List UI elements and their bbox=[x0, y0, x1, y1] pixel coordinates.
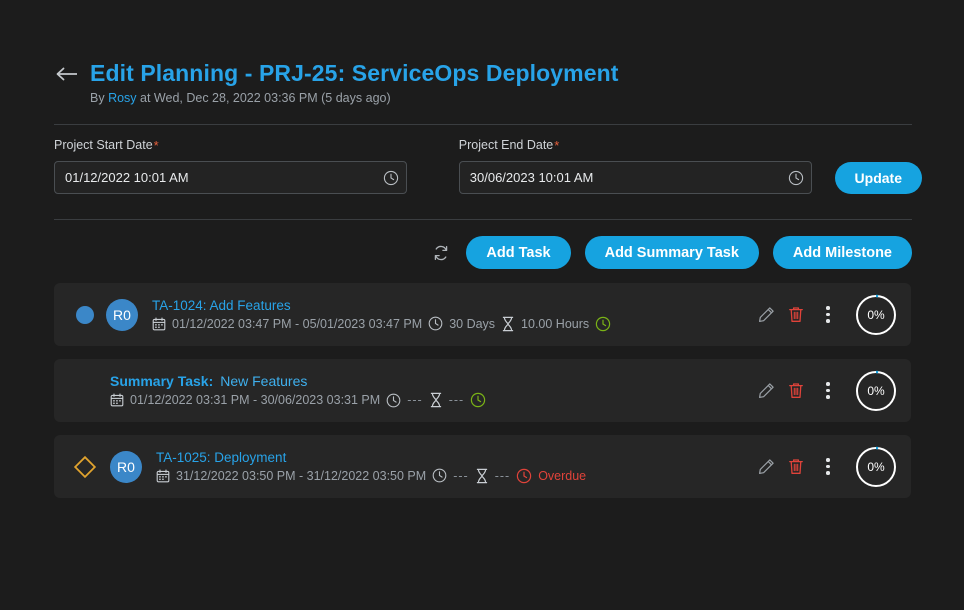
add-task-button[interactable]: Add Task bbox=[466, 236, 571, 269]
avatar: R0 bbox=[110, 450, 142, 483]
row-lead: R0 bbox=[72, 450, 142, 483]
clock-red-icon bbox=[516, 468, 532, 484]
start-date-input-wrap bbox=[54, 161, 407, 194]
task-meta: 31/12/2022 03:50 PM - 31/12/2022 03:50 P… bbox=[156, 468, 751, 484]
hourglass-icon bbox=[429, 392, 443, 408]
calendar-icon bbox=[152, 316, 166, 331]
task-date-range: 01/12/2022 03:47 PM - 05/01/2023 03:47 P… bbox=[172, 316, 423, 331]
task-effort: 10.00 Hours bbox=[521, 316, 590, 331]
planning-page: Edit Planning - PRJ-25: ServiceOps Deplo… bbox=[0, 0, 964, 610]
end-date-input[interactable] bbox=[458, 161, 812, 194]
progress-ring[interactable]: 0% bbox=[855, 370, 897, 412]
task-duration: --- bbox=[453, 468, 469, 483]
task-date-range: 31/12/2022 03:50 PM - 31/12/2022 03:50 P… bbox=[176, 468, 427, 483]
page-title: Edit Planning - PRJ-25: ServiceOps Deplo… bbox=[90, 60, 619, 86]
kebab-menu-icon[interactable] bbox=[811, 452, 845, 482]
milestone-diamond-icon bbox=[72, 454, 98, 480]
progress-value: 0% bbox=[867, 459, 885, 474]
update-button[interactable]: Update bbox=[834, 162, 922, 194]
task-row[interactable]: R0 TA-1025: Deployment 31/12/2022 03:50 … bbox=[54, 435, 911, 498]
end-date-label: Project End Date* bbox=[459, 138, 812, 153]
kebab-menu-icon[interactable] bbox=[811, 300, 845, 330]
clock-icon bbox=[432, 468, 447, 483]
row-body: TA-1025: Deployment 31/12/2022 03:50 PM … bbox=[156, 450, 751, 484]
end-date-input-wrap bbox=[458, 161, 812, 194]
task-title-link[interactable]: TA-1024: Add Features bbox=[152, 298, 751, 313]
add-summary-task-button[interactable]: Add Summary Task bbox=[584, 236, 759, 269]
pencil-icon[interactable] bbox=[751, 300, 781, 330]
row-body: Summary Task: New Features 01/12/2022 03… bbox=[110, 373, 751, 408]
refresh-icon[interactable] bbox=[430, 242, 452, 264]
start-date-label-text: Project Start Date bbox=[54, 138, 153, 152]
clock-green-icon bbox=[470, 392, 486, 408]
clock-icon bbox=[386, 393, 401, 408]
task-date-range: 01/12/2022 03:31 PM - 30/06/2023 03:31 P… bbox=[130, 393, 381, 407]
row-actions: 0% bbox=[751, 370, 897, 412]
page-header: Edit Planning - PRJ-25: ServiceOps Deplo… bbox=[54, 60, 914, 105]
avatar: R0 bbox=[106, 298, 138, 331]
row-lead: R0 bbox=[76, 298, 138, 331]
row-actions: 0% bbox=[751, 446, 897, 488]
end-date-label-text: Project End Date bbox=[458, 138, 554, 152]
task-toolbar: Add Task Add Summary Task Add Milestone bbox=[430, 236, 912, 269]
byline-suffix: at Wed, Dec 28, 2022 03:36 PM (5 days ag… bbox=[136, 91, 391, 105]
required-asterisk: * bbox=[153, 138, 159, 153]
trash-icon[interactable] bbox=[781, 376, 811, 406]
task-title-link[interactable]: TA-1025: Deployment bbox=[156, 450, 751, 465]
start-date-field: Project Start Date* bbox=[54, 138, 407, 194]
progress-ring[interactable]: 0% bbox=[855, 294, 897, 336]
task-effort: --- bbox=[494, 468, 511, 483]
pencil-icon[interactable] bbox=[751, 452, 781, 482]
byline: By Rosy at Wed, Dec 28, 2022 03:36 PM (5… bbox=[90, 91, 914, 105]
progress-ring[interactable]: 0% bbox=[855, 446, 897, 488]
divider-middle bbox=[54, 219, 912, 220]
byline-prefix: By bbox=[90, 91, 109, 105]
hourglass-icon bbox=[475, 468, 489, 484]
summary-task-title[interactable]: Summary Task: New Features bbox=[110, 373, 751, 389]
end-date-field: Project End Date* bbox=[458, 138, 812, 194]
back-arrow-icon[interactable] bbox=[54, 61, 80, 87]
task-meta: 01/12/2022 03:31 PM - 30/06/2023 03:31 P… bbox=[110, 392, 751, 408]
kebab-menu-icon[interactable] bbox=[811, 376, 845, 406]
summary-task-name[interactable]: New Features bbox=[220, 373, 307, 389]
progress-value: 0% bbox=[867, 307, 885, 322]
start-date-input[interactable] bbox=[54, 161, 407, 194]
required-asterisk: * bbox=[554, 138, 560, 153]
trash-icon[interactable] bbox=[781, 452, 811, 482]
hourglass-icon bbox=[501, 316, 515, 332]
byline-author[interactable]: Rosy bbox=[108, 91, 136, 105]
task-list: R0 TA-1024: Add Features 01/12/2022 03:4… bbox=[54, 283, 911, 511]
row-body: TA-1024: Add Features 01/12/2022 03:47 P… bbox=[152, 298, 751, 332]
summary-task-label: Summary Task: bbox=[110, 373, 214, 389]
task-row[interactable]: R0 TA-1024: Add Features 01/12/2022 03:4… bbox=[54, 283, 911, 346]
task-row[interactable]: Summary Task: New Features 01/12/2022 03… bbox=[54, 359, 911, 422]
start-date-label: Project Start Date* bbox=[54, 138, 407, 153]
project-dates-form: Project Start Date* Project End Date* bbox=[54, 138, 922, 194]
title-row: Edit Planning - PRJ-25: ServiceOps Deplo… bbox=[54, 60, 914, 87]
trash-icon[interactable] bbox=[781, 300, 811, 330]
task-duration: 30 Days bbox=[449, 316, 496, 331]
task-dot-icon bbox=[76, 305, 94, 324]
add-milestone-button[interactable]: Add Milestone bbox=[772, 236, 912, 269]
task-effort: --- bbox=[448, 393, 465, 407]
calendar-icon bbox=[110, 393, 124, 407]
status-badge: Overdue bbox=[538, 468, 587, 483]
progress-value: 0% bbox=[867, 383, 885, 398]
divider-top bbox=[54, 124, 912, 125]
clock-green-icon bbox=[595, 316, 611, 332]
row-actions: 0% bbox=[751, 294, 897, 336]
task-duration: --- bbox=[407, 393, 423, 407]
clock-icon bbox=[428, 316, 443, 331]
pencil-icon[interactable] bbox=[751, 376, 781, 406]
task-meta: 01/12/2022 03:47 PM - 05/01/2023 03:47 P… bbox=[152, 316, 751, 332]
calendar-icon bbox=[156, 468, 170, 483]
